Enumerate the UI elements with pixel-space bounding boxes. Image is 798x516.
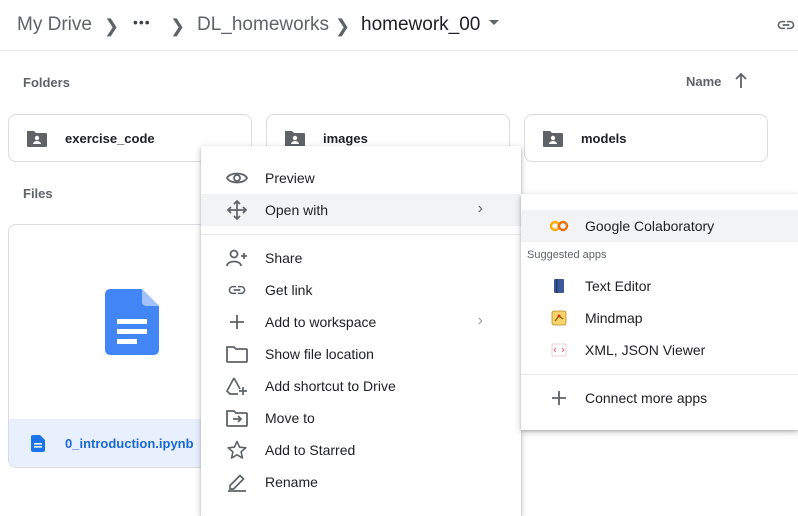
menu-item-preview[interactable]: Preview bbox=[201, 162, 521, 194]
menu-item-label: Preview bbox=[265, 170, 315, 186]
menu-item-show-file-location[interactable]: Show file location bbox=[201, 338, 521, 370]
menu-item-label: Mindmap bbox=[585, 310, 643, 326]
add-person-icon bbox=[225, 248, 249, 268]
document-icon bbox=[105, 289, 159, 360]
folder-icon bbox=[225, 344, 249, 364]
mindmap-icon bbox=[547, 308, 571, 328]
folders-heading: Folders bbox=[23, 75, 70, 90]
menu-item-move-to[interactable]: Move to bbox=[201, 402, 521, 434]
chevron-right-icon: › bbox=[477, 312, 483, 329]
menu-item-label: Add to Starred bbox=[265, 442, 356, 458]
document-icon bbox=[31, 435, 45, 457]
link-icon bbox=[225, 280, 249, 300]
menu-item-label: Google Colaboratory bbox=[585, 218, 715, 234]
menu-divider bbox=[521, 374, 798, 375]
menu-item-text-editor[interactable]: Text Editor bbox=[521, 270, 798, 302]
menu-item-label: Text Editor bbox=[585, 278, 652, 294]
chevron-right-icon: ❯ bbox=[170, 16, 186, 36]
menu-item-label: Share bbox=[265, 250, 303, 266]
menu-item-open-with[interactable]: Open with › bbox=[201, 194, 521, 226]
open-with-submenu: Google Colaboratory Suggested apps Text … bbox=[521, 194, 798, 430]
star-icon bbox=[225, 440, 249, 460]
menu-item-label: Show file location bbox=[265, 346, 374, 362]
move-icon bbox=[225, 200, 249, 220]
breadcrumb-dl-homeworks[interactable]: DL_homeworks bbox=[197, 14, 329, 36]
menu-item-label: Add to workspace bbox=[265, 314, 377, 330]
xml-viewer-icon bbox=[547, 340, 571, 360]
menu-item-label: Get link bbox=[265, 282, 313, 298]
move-to-icon bbox=[225, 408, 249, 428]
sort-name-button[interactable]: Name bbox=[686, 74, 721, 89]
file-name: 0_introduction.ipynb bbox=[65, 436, 194, 451]
folder-name: images bbox=[323, 131, 368, 146]
menu-item-add-shortcut[interactable]: Add shortcut to Drive bbox=[201, 370, 521, 402]
menu-item-share[interactable]: Share bbox=[201, 242, 521, 274]
menu-item-label: Rename bbox=[265, 474, 318, 490]
colab-icon bbox=[547, 216, 571, 236]
files-heading: Files bbox=[23, 186, 53, 201]
menu-item-label: Open with bbox=[265, 202, 329, 218]
text-editor-icon bbox=[547, 276, 571, 296]
context-menu: Preview Open with › Share Get link Add t… bbox=[201, 146, 521, 516]
menu-item-label: Move to bbox=[265, 410, 315, 426]
menu-divider bbox=[201, 234, 521, 235]
eye-icon bbox=[225, 168, 249, 188]
shared-folder-icon bbox=[25, 129, 49, 154]
chevron-right-icon: ❯ bbox=[335, 16, 351, 36]
menu-item-rename[interactable]: Rename bbox=[201, 466, 521, 498]
header-divider bbox=[0, 50, 798, 51]
menu-item-mindmap[interactable]: Mindmap bbox=[521, 302, 798, 334]
arrow-up-icon[interactable] bbox=[733, 72, 749, 95]
breadcrumb-more-button[interactable]: ••• bbox=[133, 14, 151, 30]
link-icon[interactable] bbox=[775, 15, 797, 40]
folder-name: models bbox=[581, 131, 627, 146]
menu-item-label: Add shortcut to Drive bbox=[265, 378, 396, 394]
menu-item-connect-more-apps[interactable]: Connect more apps bbox=[521, 382, 798, 414]
chevron-right-icon: › bbox=[477, 200, 483, 217]
menu-item-add-to-starred[interactable]: Add to Starred bbox=[201, 434, 521, 466]
shared-folder-icon bbox=[541, 129, 565, 154]
menu-item-get-link[interactable]: Get link bbox=[201, 274, 521, 306]
folder-name: exercise_code bbox=[65, 131, 155, 146]
menu-item-add-to-workspace[interactable]: Add to workspace › bbox=[201, 306, 521, 338]
breadcrumb-my-drive[interactable]: My Drive bbox=[17, 14, 92, 36]
shortcut-icon bbox=[225, 376, 249, 396]
plus-icon bbox=[547, 388, 571, 408]
folder-card[interactable]: models bbox=[524, 114, 768, 162]
caret-down-icon[interactable] bbox=[489, 20, 499, 25]
plus-icon bbox=[225, 312, 249, 332]
chevron-right-icon: ❯ bbox=[104, 16, 120, 36]
menu-item-label: XML, JSON Viewer bbox=[585, 342, 706, 358]
breadcrumb-current-folder[interactable]: homework_00 bbox=[361, 14, 480, 36]
suggested-apps-heading: Suggested apps bbox=[527, 249, 607, 261]
menu-item-xml-json-viewer[interactable]: XML, JSON Viewer bbox=[521, 334, 798, 366]
pencil-icon bbox=[225, 472, 249, 492]
menu-item-google-colaboratory[interactable]: Google Colaboratory bbox=[521, 210, 798, 242]
menu-item-label: Connect more apps bbox=[585, 390, 708, 406]
